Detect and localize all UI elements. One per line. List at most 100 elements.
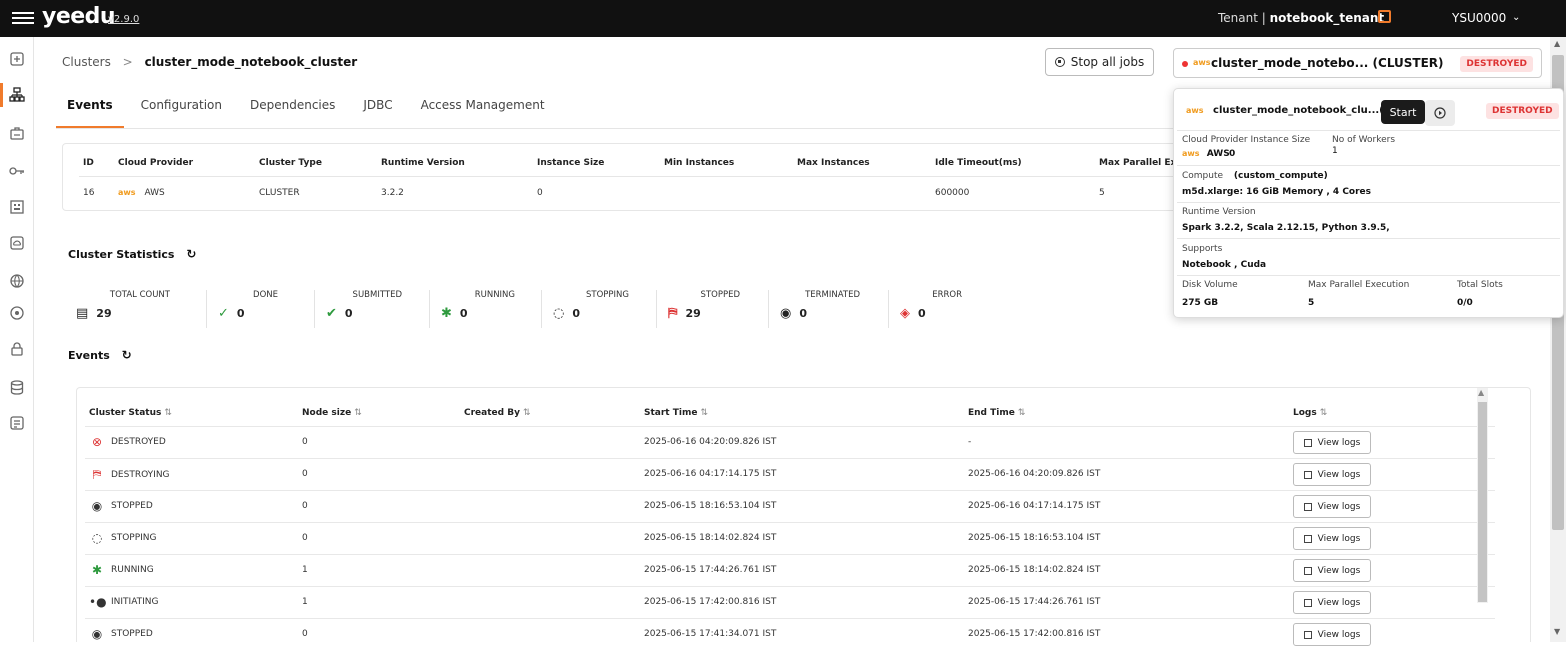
- provider-name: AWS: [1206, 149, 1230, 159]
- col-header-start-time[interactable]: Start Time ⇅: [644, 408, 708, 418]
- sort-icon[interactable]: ⇅: [164, 408, 172, 418]
- stat-divider: [768, 290, 769, 328]
- tab-events[interactable]: Events: [56, 90, 124, 128]
- scroll-up-icon[interactable]: ▲: [1478, 388, 1484, 397]
- tab-configuration[interactable]: Configuration: [130, 90, 233, 128]
- breadcrumb-clusters-link[interactable]: Clusters: [62, 55, 111, 69]
- sort-icon[interactable]: ⇅: [1320, 408, 1328, 418]
- sort-icon[interactable]: ⇅: [700, 408, 708, 418]
- info-runtime: 3.2.2: [381, 188, 404, 198]
- stop-all-jobs-button[interactable]: Stop all jobs: [1045, 48, 1154, 76]
- stat-value: 0: [572, 307, 580, 320]
- node-size: 0: [302, 501, 308, 511]
- list-icon: ▤: [76, 306, 89, 321]
- tenant-name: notebook_tenant: [1269, 11, 1385, 25]
- cluster-selector-name: cluster_mode_notebo... (CLUSTER): [1211, 56, 1444, 70]
- stat-label: RUNNING: [474, 290, 515, 300]
- status-text: DESTROYING: [111, 469, 170, 480]
- runtime-value: Spark 3.2.2, Scala 2.12.15, Python 3.9.5…: [1182, 223, 1390, 233]
- stat-done: DONE ✓ 0: [218, 290, 278, 326]
- view-logs-button[interactable]: View logs: [1293, 495, 1371, 518]
- building-icon[interactable]: [7, 197, 27, 217]
- user-menu[interactable]: YSU0000: [1452, 11, 1506, 25]
- sort-icon[interactable]: ⇅: [354, 408, 362, 418]
- lock-icon[interactable]: [7, 339, 27, 359]
- sidebar-active-indicator: [0, 83, 3, 107]
- view-logs-button[interactable]: View logs: [1293, 527, 1371, 550]
- end-time: 2025-06-15 17:42:00.816 IST: [968, 629, 1101, 639]
- info-max-parallel: 5: [1099, 188, 1105, 198]
- view-logs-label: View logs: [1317, 501, 1361, 512]
- stat-value: 0: [236, 307, 245, 320]
- tab-dependencies[interactable]: Dependencies: [239, 90, 346, 128]
- stat-label: STOPPING: [586, 290, 629, 300]
- add-square-icon[interactable]: [7, 49, 27, 69]
- start-button[interactable]: [1425, 100, 1455, 126]
- external-link-icon[interactable]: [1378, 10, 1391, 23]
- app-version[interactable]: v2.9.0: [108, 14, 139, 25]
- info-header-max-parallel: Max Parallel Ex: [1099, 158, 1177, 168]
- view-logs-button[interactable]: View logs: [1293, 431, 1371, 454]
- col-header-created-by[interactable]: Created By ⇅: [464, 408, 530, 418]
- cluster-selector[interactable]: aws cluster_mode_notebo... (CLUSTER) DES…: [1173, 48, 1542, 78]
- view-logs-label: View logs: [1317, 597, 1361, 608]
- col-header-label: Start Time: [644, 408, 698, 418]
- view-logs-button[interactable]: View logs: [1293, 591, 1371, 614]
- app-logo[interactable]: yeedu: [42, 4, 116, 29]
- scroll-down-icon[interactable]: ▼: [1554, 627, 1560, 636]
- view-logs-button[interactable]: View logs: [1293, 559, 1371, 582]
- database-icon[interactable]: [7, 377, 27, 397]
- status-text: DESTROYED: [111, 437, 166, 447]
- workspace-icon[interactable]: [7, 123, 27, 143]
- breadcrumb: Clusters > cluster_mode_notebook_cluster: [62, 55, 357, 69]
- double-check-icon: ✔: [326, 306, 337, 321]
- stat-divider: [429, 290, 430, 328]
- target-icon[interactable]: [7, 303, 27, 323]
- tenant-label: Tenant |: [1218, 11, 1266, 25]
- scroll-up-icon[interactable]: ▲: [1554, 39, 1560, 48]
- sort-icon[interactable]: ⇅: [1018, 408, 1026, 418]
- cloud-icon[interactable]: [7, 233, 27, 253]
- status-dot: [1182, 61, 1188, 67]
- refresh-icon[interactable]: ↻: [186, 247, 196, 261]
- node-size: 1: [302, 565, 308, 575]
- refresh-icon[interactable]: ↻: [122, 348, 132, 362]
- view-logs-label: View logs: [1317, 533, 1361, 544]
- cluster-info-table: ID Cloud Provider Cluster Type Runtime V…: [62, 143, 1212, 211]
- info-header-cluster-type: Cluster Type: [259, 158, 322, 168]
- initiating-icon: •●: [89, 595, 107, 609]
- events-scrollbar[interactable]: ▲: [1477, 388, 1488, 603]
- col-header-label: Node size: [302, 408, 352, 418]
- end-time: 2025-06-15 18:14:02.824 IST: [968, 565, 1101, 575]
- tab-bar: Events Configuration Dependencies JDBC A…: [56, 90, 562, 128]
- status-text: STOPPING: [111, 533, 157, 543]
- breadcrumb-current: cluster_mode_notebook_cluster: [144, 55, 358, 69]
- view-logs-button[interactable]: View logs: [1293, 623, 1371, 646]
- info-header-provider: Cloud Provider: [118, 158, 194, 168]
- col-header-status[interactable]: Cluster Status ⇅: [89, 408, 172, 418]
- parallel-label: Max Parallel Execution: [1308, 280, 1410, 290]
- chevron-down-icon[interactable]: ⌄: [1512, 12, 1520, 23]
- col-header-end-time[interactable]: End Time ⇅: [968, 408, 1025, 418]
- globe-icon[interactable]: [7, 271, 27, 291]
- tab-access-management[interactable]: Access Management: [410, 90, 556, 128]
- popup-title: aws cluster_mode_notebook_clu...(C: [1186, 105, 1391, 116]
- stat-divider: [541, 290, 542, 328]
- start-time: 2025-06-15 18:14:02.824 IST: [644, 533, 777, 543]
- table-row: ◌ STOPPING 0 2025-06-15 18:14:02.824 IST …: [85, 522, 1495, 554]
- col-header-node-size[interactable]: Node size ⇅: [302, 408, 362, 418]
- col-header-logs[interactable]: Logs ⇅: [1293, 408, 1327, 418]
- menu-icon[interactable]: [12, 9, 34, 27]
- notes-icon[interactable]: [7, 413, 27, 433]
- scrollbar-thumb[interactable]: [1478, 402, 1487, 602]
- stat-divider: [656, 290, 657, 328]
- parallel-value: 5: [1308, 298, 1315, 308]
- sort-icon[interactable]: ⇅: [523, 408, 531, 418]
- stopped-icon: ⛿: [668, 306, 678, 321]
- view-logs-button[interactable]: View logs: [1293, 463, 1371, 486]
- tenant-indicator: Tenant | notebook_tenant: [1218, 11, 1384, 25]
- cluster-icon[interactable]: [7, 85, 27, 105]
- tab-jdbc[interactable]: JDBC: [352, 90, 403, 128]
- key-icon[interactable]: [7, 161, 27, 181]
- col-header-label: Logs: [1293, 408, 1317, 418]
